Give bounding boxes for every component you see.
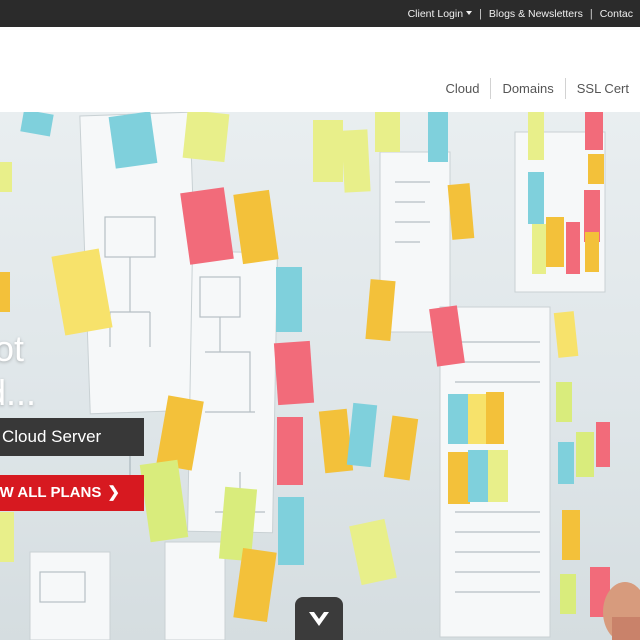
headline-line-2: d... (0, 372, 37, 413)
hero-headline: lot d... (0, 327, 36, 415)
show-all-plans-label: OW ALL PLANS (0, 484, 102, 501)
nav-item-domains[interactable]: Domains (491, 81, 564, 96)
nav-item-cloud[interactable]: Cloud (434, 81, 490, 96)
site-header: Cloud Domains SSL Cert (0, 27, 640, 112)
chevron-down-icon (309, 612, 329, 626)
hero-banner: lot d... Cloud Server OW ALL PLANS ❯ (0, 112, 640, 640)
client-login-link[interactable]: Client Login (401, 8, 479, 20)
scroll-down-button[interactable] (295, 597, 343, 640)
caret-down-icon (466, 10, 473, 15)
blogs-newsletters-link[interactable]: Blogs & Newsletters (482, 8, 590, 20)
cloud-server-button[interactable]: Cloud Server (0, 418, 144, 456)
top-utility-bar: Client Login | Blogs & Newsletters | Con… (0, 0, 640, 27)
main-navigation: Cloud Domains SSL Cert (434, 78, 640, 99)
hero-background-image (0, 112, 640, 640)
chevron-right-icon: ❯ (107, 484, 120, 501)
client-login-label: Client Login (407, 7, 464, 20)
headline-line-1: lot (0, 328, 25, 369)
show-all-plans-button[interactable]: OW ALL PLANS ❯ (0, 475, 144, 511)
utility-links: Client Login | Blogs & Newsletters | Con… (401, 0, 640, 27)
contact-link[interactable]: Contac (593, 8, 640, 20)
nav-item-ssl-certificates[interactable]: SSL Cert (566, 81, 640, 96)
